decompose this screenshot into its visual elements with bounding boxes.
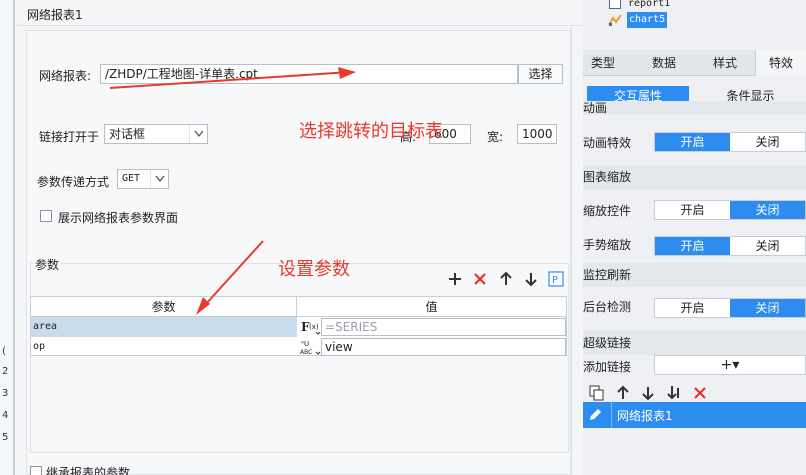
component-tree: report1 chart5: [583, 0, 806, 50]
chart-icon: [608, 14, 622, 26]
annotation-params-note: 设置参数: [278, 259, 350, 280]
toggle-on[interactable]: 开启: [655, 237, 730, 255]
plus-icon: +▾: [720, 357, 740, 373]
add-link-label: 添加链接: [583, 360, 632, 374]
gesture-zoom-toggle[interactable]: 开启 关闭: [654, 236, 806, 256]
background-detect-label: 后台检测: [583, 300, 632, 314]
toggle-off[interactable]: 关闭: [730, 133, 805, 151]
zoom-control-toggle[interactable]: 开启 关闭: [654, 200, 806, 220]
animation-label: 动画特效: [583, 136, 632, 150]
section-monitor[interactable]: 监控刷新: [583, 263, 806, 287]
toggle-off[interactable]: 关闭: [730, 201, 805, 219]
move-up-icon[interactable]: [615, 385, 631, 401]
background-detect-toggle[interactable]: 开启 关闭: [654, 298, 806, 318]
edit-icon[interactable]: [587, 407, 603, 423]
tab-type[interactable]: 类型: [583, 50, 623, 76]
move-bottom-icon[interactable]: [666, 385, 682, 401]
toggle-off[interactable]: 关闭: [730, 237, 805, 255]
effects-panel: 交互属性 条件显示 动画 动画特效 开启 关闭 图表缩放 缩放控件 开启 关闭 …: [583, 76, 806, 475]
animation-toggle[interactable]: 开启 关闭: [654, 132, 806, 152]
toggle-on[interactable]: 开启: [655, 201, 730, 219]
report-icon: [609, 0, 621, 9]
toggle-off[interactable]: 关闭: [730, 299, 805, 317]
hyperlink-list-item[interactable]: 网络报表1: [583, 402, 806, 428]
zoom-control-label: 缩放控件: [583, 204, 632, 218]
section-hyperlink[interactable]: 超级链接: [583, 331, 806, 355]
add-link-button[interactable]: +▾: [654, 355, 806, 375]
hyperlink-name: 网络报表1: [617, 409, 673, 423]
annotation-target-note: 选择跳转的目标表: [299, 121, 443, 142]
toggle-on[interactable]: 开启: [655, 299, 730, 317]
gesture-zoom-label: 手势缩放: [583, 238, 632, 252]
move-down-icon[interactable]: [640, 385, 656, 401]
tab-style[interactable]: 样式: [700, 50, 750, 76]
delete-link-icon[interactable]: [692, 385, 708, 401]
tab-effects[interactable]: 特效: [755, 50, 806, 76]
copy-icon[interactable]: [589, 385, 605, 401]
tab-data[interactable]: 数据: [639, 50, 689, 76]
tree-item-chart5[interactable]: chart5: [608, 12, 668, 28]
section-animation[interactable]: 动画: [583, 101, 806, 115]
property-tabs: 类型 数据 样式 特效: [583, 50, 806, 76]
divider: [611, 402, 612, 428]
section-zoom[interactable]: 图表缩放: [583, 165, 806, 189]
tree-item-report1[interactable]: report1: [609, 0, 670, 12]
toggle-on[interactable]: 开启: [655, 133, 730, 151]
